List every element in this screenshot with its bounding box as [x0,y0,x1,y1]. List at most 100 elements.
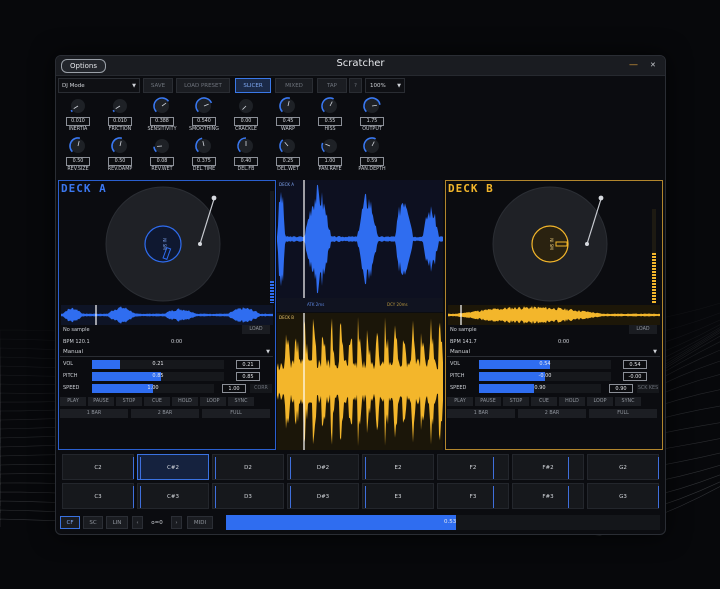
knob-knobs_row2-0[interactable]: 0.50 REV.SIZE [58,136,98,173]
knob-dial[interactable] [320,96,340,116]
knob-dial[interactable] [110,136,130,156]
knob-dial[interactable] [236,136,256,156]
deck-a-vol-box[interactable]: 0.21 [236,360,260,369]
knob-knobs_row2-4[interactable]: 0.40 DEL.FB [226,136,266,173]
knob-value[interactable]: 0.25 [276,157,300,166]
mode-select[interactable]: DJ Mode ▼ [58,78,140,93]
knob-value[interactable]: 0.375 [192,157,216,166]
knob-value[interactable]: 1.00 [318,157,342,166]
pad-csharp3[interactable]: C#3 [137,483,209,509]
deck-b-vol-slider[interactable]: 0.54 [479,360,611,369]
deck-b-vol-box[interactable]: 0.54 [623,360,647,369]
deck-b-overview-waveform[interactable] [448,305,660,325]
knob-value[interactable]: 0.55 [318,117,342,126]
knob-knobs_row2-2[interactable]: 0.08 REV.WET [142,136,182,173]
deck-a-load-button[interactable]: LOAD [242,325,270,334]
octave-prev-button[interactable]: ‹ [132,516,143,529]
knob-knobs_row2-3[interactable]: 0.375 DEL.TIME [184,136,224,173]
pad-d3[interactable]: D3 [212,483,284,509]
knob-knobs_row1-5[interactable]: 0.45 WARP [268,96,308,133]
pad-g3[interactable]: G3 [587,483,659,509]
knob-dial[interactable] [152,96,172,116]
knob-value[interactable]: 0.388 [150,117,174,126]
knob-dial[interactable] [278,96,298,116]
pad-dsharp3[interactable]: D#3 [287,483,359,509]
deck-b-len-1-bar-button[interactable]: 1 BAR [447,409,515,418]
deck-b-len-full-button[interactable]: FULL [589,409,657,418]
pad-c3[interactable]: C3 [62,483,134,509]
knob-knobs_row2-5[interactable]: 0.25 DEL.WET [268,136,308,173]
deck-a-hold-button[interactable]: HOLD [172,397,198,406]
deck-b-stop-button[interactable]: STOP [503,397,529,406]
deck-a-speed-box[interactable]: 1.00 [222,384,246,393]
knob-knobs_row1-0[interactable]: 0.010 INERTIA [58,96,98,133]
knob-dial[interactable] [362,96,382,116]
knob-knobs_row2-7[interactable]: 0.59 PAN.DEPTH [352,136,392,173]
deck-a-pitch-slider[interactable]: 0.85 [92,372,224,381]
knob-value[interactable]: 0.40 [234,157,258,166]
mixed-button[interactable]: MIXED [275,78,313,93]
deck-b-play-button[interactable]: PLAY [447,397,473,406]
knob-value[interactable]: 0.45 [276,117,300,126]
octave-next-button[interactable]: › [171,516,182,529]
tap-button[interactable]: TAP [317,78,347,93]
knob-value[interactable]: 0.59 [360,157,384,166]
deck-a-vol-slider[interactable]: 0.21 [92,360,224,369]
load-preset-button[interactable]: LOAD PRESET [176,78,230,93]
deck-b-zoom-waveform[interactable]: DECK B [277,313,443,450]
deck-b-extra-button[interactable]: SCK KES [637,384,659,393]
knob-value[interactable]: 1.75 [360,117,384,126]
deck-a-corr-button[interactable]: CORR [250,384,272,393]
knob-value[interactable]: 0.010 [66,117,90,126]
lin-button[interactable]: LIN [106,516,128,529]
deck-a-overview-waveform[interactable] [61,305,273,325]
pad-g2[interactable]: G2 [587,454,659,480]
knob-value[interactable]: 0.00 [234,117,258,126]
deck-a-stop-button[interactable]: STOP [116,397,142,406]
knob-dial[interactable] [110,96,130,116]
deck-b-load-button[interactable]: LOAD [629,325,657,334]
knob-dial[interactable] [320,136,340,156]
deck-a-play-button[interactable]: PLAY [60,397,86,406]
deck-a-len-1-bar-button[interactable]: 1 BAR [60,409,128,418]
knob-dial[interactable] [194,96,214,116]
midi-button[interactable]: MIDI [187,516,213,529]
deck-b-pitch-slider[interactable]: -0.00 [479,372,611,381]
pad-dsharp2[interactable]: D#2 [287,454,359,480]
deck-b-speed-box[interactable]: 0.90 [609,384,633,393]
deck-a-sync-button[interactable]: SYNC [228,397,254,406]
knob-dial[interactable] [68,136,88,156]
deck-b-hold-button[interactable]: HOLD [559,397,585,406]
pad-f3[interactable]: F3 [437,483,509,509]
deck-a-zoom-waveform[interactable]: DECK A [277,180,443,298]
save-button[interactable]: SAVE [143,78,173,93]
pad-d2[interactable]: D2 [212,454,284,480]
deck-b-cue-button[interactable]: CUE [531,397,557,406]
knob-value[interactable]: 0.50 [66,157,90,166]
knob-knobs_row2-6[interactable]: 1.00 PAN.RATE [310,136,350,173]
knob-dial[interactable] [236,96,256,116]
cf-button[interactable]: CF [60,516,80,529]
deck-b-len-2-bar-button[interactable]: 2 BAR [518,409,586,418]
knob-knobs_row1-7[interactable]: 1.75 OUTPUT [352,96,392,133]
deck-a-mode-select[interactable]: Manual ▼ [60,347,273,357]
knob-knobs_row1-1[interactable]: 0.010 FRICTION [100,96,140,133]
deck-b-pitch-box[interactable]: -0.00 [623,372,647,381]
zoom-select[interactable]: 100% ▼ [365,78,405,93]
knob-knobs_row1-6[interactable]: 0.55 HISS [310,96,350,133]
crossfader[interactable]: 0.53 [226,515,660,530]
knob-knobs_row1-4[interactable]: 0.00 CRACKLE [226,96,266,133]
knob-knobs_row1-2[interactable]: 0.388 SENSITIVITY [142,96,182,133]
deck-a-cue-button[interactable]: CUE [144,397,170,406]
knob-value[interactable]: 0.540 [192,117,216,126]
deck-b-platter[interactable]: NI SM [492,186,608,302]
deck-a-platter[interactable]: NI SM [105,186,221,302]
minimize-icon[interactable]: — [629,59,638,71]
pad-e3[interactable]: E3 [362,483,434,509]
help-button[interactable]: ? [349,78,362,93]
pad-fsharp2[interactable]: F#2 [512,454,584,480]
close-icon[interactable]: ✕ [650,59,656,71]
knob-value[interactable]: 0.08 [150,157,174,166]
pad-fsharp3[interactable]: F#3 [512,483,584,509]
deck-b-sync-button[interactable]: SYNC [615,397,641,406]
